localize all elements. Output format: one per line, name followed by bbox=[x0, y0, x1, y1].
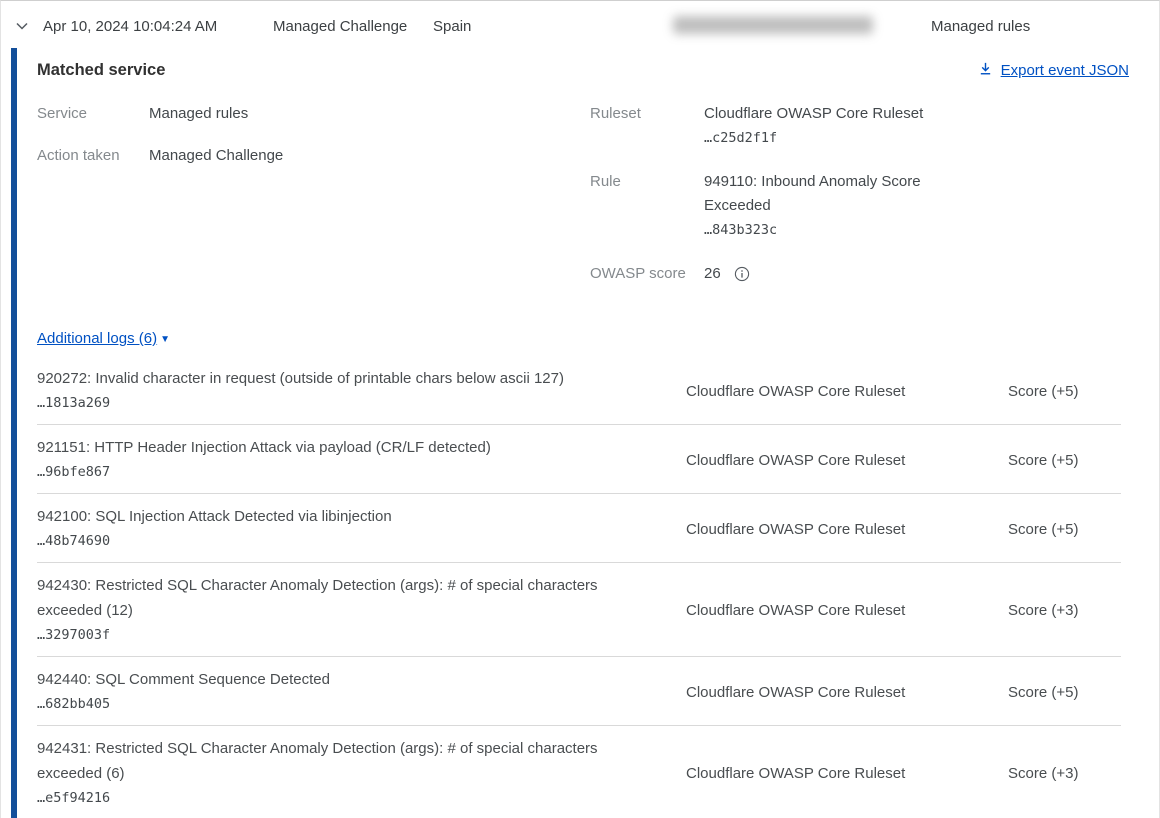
field-owasp-score-label: OWASP score bbox=[590, 262, 704, 286]
export-event-json-label: Export event JSON bbox=[1001, 62, 1129, 79]
log-rule-description: 942100: SQL Injection Attack Detected vi… bbox=[37, 504, 623, 529]
log-rule-id: …3297003f bbox=[37, 623, 623, 648]
log-rule-description: 921151: HTTP Header Injection Attack via… bbox=[37, 435, 623, 460]
log-score: Score (+5) bbox=[1008, 684, 1121, 701]
field-rule-id: …843b323c bbox=[704, 218, 949, 242]
expanded-row-accent-bar bbox=[11, 48, 17, 818]
field-ruleset: Ruleset Cloudflare OWASP Core Ruleset …c… bbox=[590, 102, 1129, 150]
event-row-header[interactable]: Apr 10, 2024 10:04:24 AM Managed Challen… bbox=[1, 1, 1159, 48]
log-rule-id: …48b74690 bbox=[37, 529, 623, 554]
caret-down-icon: ▼ bbox=[160, 334, 170, 345]
log-score: Score (+5) bbox=[1008, 452, 1121, 469]
field-owasp-score-value: 26 bbox=[704, 262, 721, 286]
log-row: 920272: Invalid character in request (ou… bbox=[37, 356, 1121, 425]
field-rule-value: 949110: Inbound Anomaly Score Exceeded bbox=[704, 170, 949, 218]
security-event-panel: Apr 10, 2024 10:04:24 AM Managed Challen… bbox=[0, 0, 1160, 818]
event-service: Managed rules bbox=[931, 18, 1030, 35]
log-row: 942100: SQL Injection Attack Detected vi… bbox=[37, 494, 1121, 563]
field-rule: Rule 949110: Inbound Anomaly Score Excee… bbox=[590, 170, 1129, 242]
additional-logs-label: Additional logs (6) bbox=[37, 330, 157, 347]
log-score: Score (+3) bbox=[1008, 765, 1121, 782]
log-score: Score (+3) bbox=[1008, 602, 1121, 619]
log-score: Score (+5) bbox=[1008, 521, 1121, 538]
chevron-down-icon[interactable] bbox=[14, 18, 30, 34]
field-service-value: Managed rules bbox=[149, 102, 248, 126]
field-service: Service Managed rules bbox=[37, 102, 590, 126]
log-ruleset-name: Cloudflare OWASP Core Ruleset bbox=[686, 765, 972, 782]
log-rule-id: …682bb405 bbox=[37, 692, 623, 717]
log-rule-id: …96bfe867 bbox=[37, 460, 623, 485]
log-rule-id: …e5f94216 bbox=[37, 786, 623, 811]
log-ruleset-name: Cloudflare OWASP Core Ruleset bbox=[686, 383, 972, 400]
event-country: Spain bbox=[433, 18, 471, 35]
log-rule-description: 920272: Invalid character in request (ou… bbox=[37, 366, 623, 391]
export-event-json-link[interactable]: Export event JSON bbox=[978, 61, 1129, 80]
log-ruleset-name: Cloudflare OWASP Core Ruleset bbox=[686, 684, 972, 701]
redacted-value bbox=[673, 16, 873, 34]
field-owasp-score: OWASP score 26 bbox=[590, 262, 1129, 286]
field-action-taken: Action taken Managed Challenge bbox=[37, 144, 590, 168]
field-service-label: Service bbox=[37, 102, 149, 126]
event-timestamp: Apr 10, 2024 10:04:24 AM bbox=[43, 18, 217, 35]
additional-logs-table: 920272: Invalid character in request (ou… bbox=[37, 356, 1121, 818]
field-ruleset-value: Cloudflare OWASP Core Ruleset bbox=[704, 102, 923, 126]
log-row: 921151: HTTP Header Injection Attack via… bbox=[37, 425, 1121, 494]
log-rule-description: 942440: SQL Comment Sequence Detected bbox=[37, 667, 623, 692]
matched-service-title: Matched service bbox=[37, 61, 165, 80]
log-row: 942430: Restricted SQL Character Anomaly… bbox=[37, 563, 1121, 657]
field-action-taken-label: Action taken bbox=[37, 144, 149, 168]
log-row: 942440: SQL Comment Sequence Detected …6… bbox=[37, 657, 1121, 726]
field-rule-label: Rule bbox=[590, 170, 704, 242]
log-rule-description: 942431: Restricted SQL Character Anomaly… bbox=[37, 736, 623, 786]
log-ruleset-name: Cloudflare OWASP Core Ruleset bbox=[686, 452, 972, 469]
log-rule-description: 942430: Restricted SQL Character Anomaly… bbox=[37, 573, 623, 623]
log-score: Score (+5) bbox=[1008, 383, 1121, 400]
log-rule-id: …1813a269 bbox=[37, 391, 623, 416]
info-circle-icon[interactable] bbox=[734, 266, 750, 282]
field-action-taken-value: Managed Challenge bbox=[149, 144, 283, 168]
log-ruleset-name: Cloudflare OWASP Core Ruleset bbox=[686, 602, 972, 619]
field-ruleset-label: Ruleset bbox=[590, 102, 704, 150]
download-icon bbox=[978, 61, 993, 80]
event-action-taken: Managed Challenge bbox=[273, 18, 407, 35]
field-ruleset-id: …c25d2f1f bbox=[704, 126, 923, 150]
additional-logs-toggle[interactable]: Additional logs (6)▼ bbox=[37, 330, 170, 347]
log-row: 942431: Restricted SQL Character Anomaly… bbox=[37, 726, 1121, 818]
event-detail-section: Matched service Export event JSON Servic… bbox=[1, 48, 1159, 818]
log-ruleset-name: Cloudflare OWASP Core Ruleset bbox=[686, 521, 972, 538]
